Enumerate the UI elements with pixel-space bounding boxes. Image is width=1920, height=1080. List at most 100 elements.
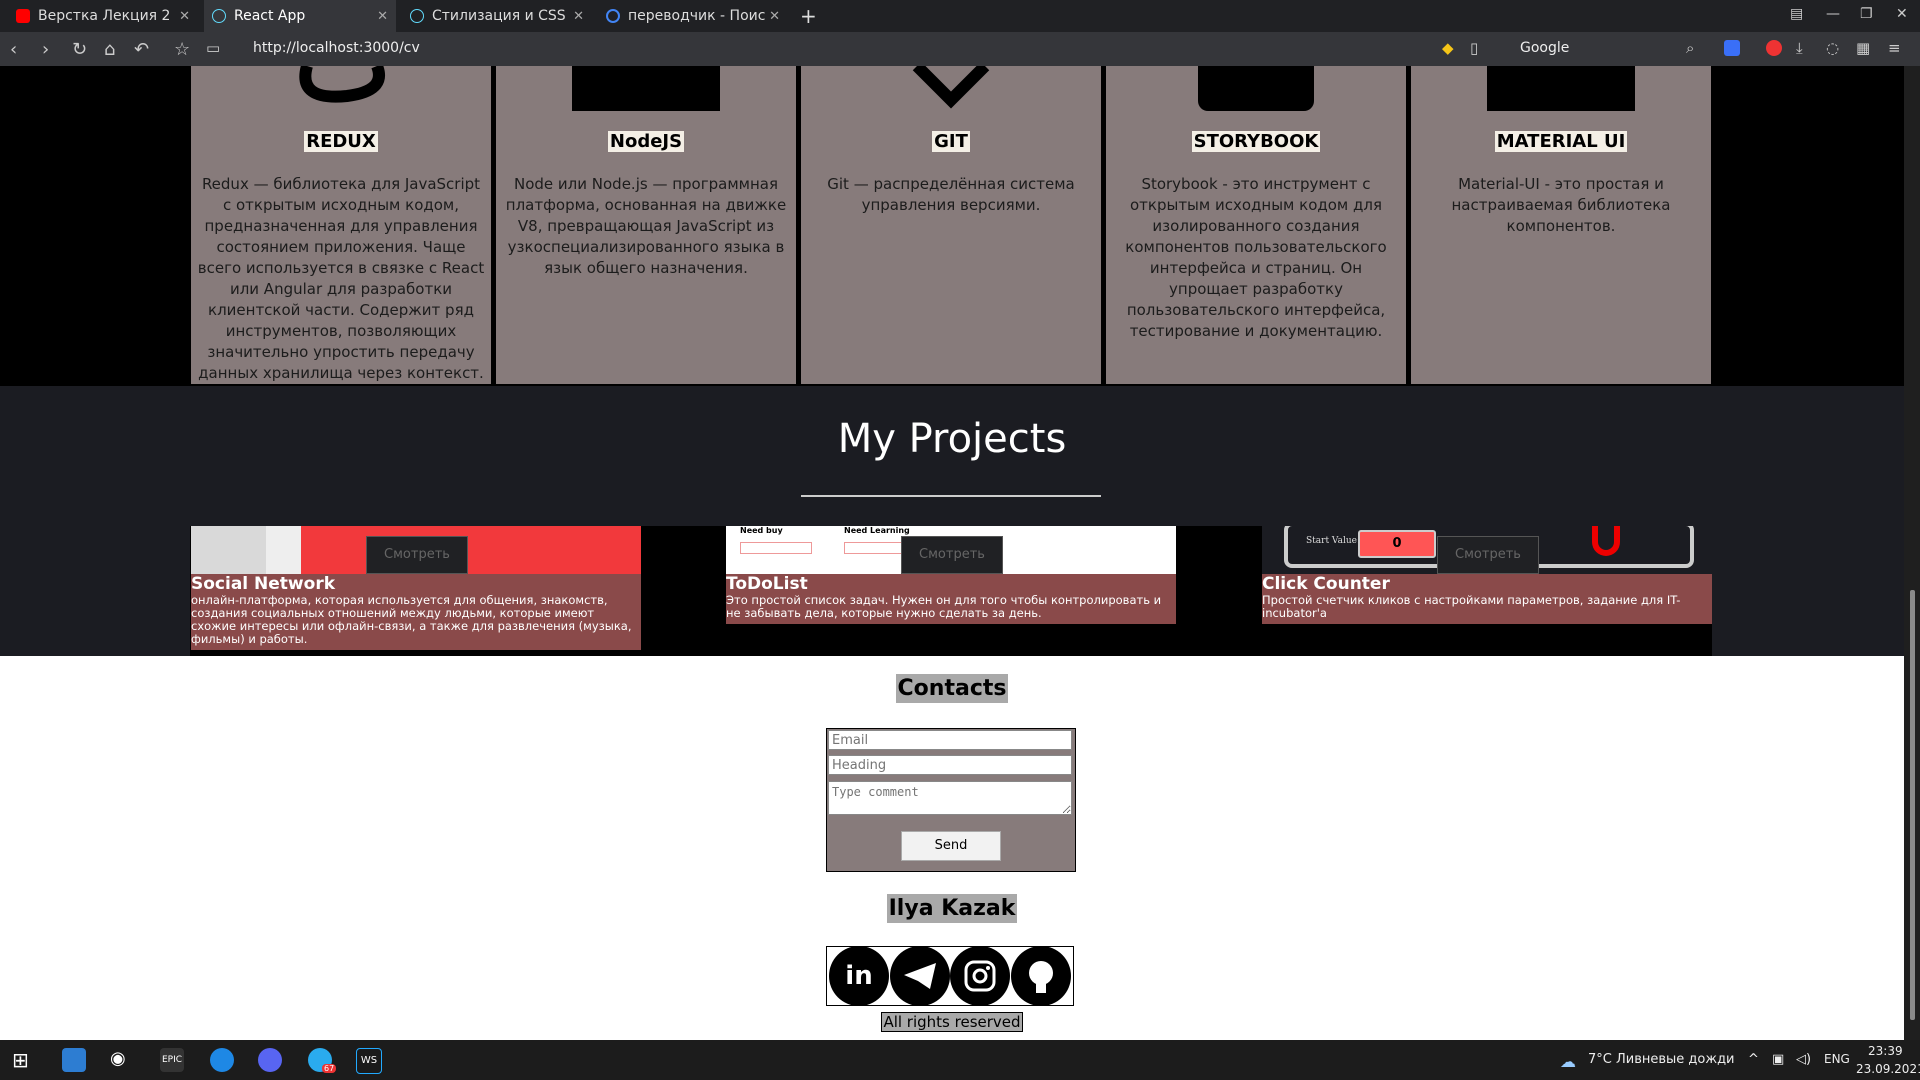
telegram-icon[interactable]	[889, 946, 950, 1006]
back-icon[interactable]: ‹	[10, 39, 17, 60]
bookmark-icon[interactable]: ☆	[174, 39, 190, 60]
skill-card-storybook: STORYBOOK Storybook - это инструмент с о…	[1106, 66, 1406, 384]
taskbar: ⊞ ◉ EPIC 67 WS ☁ 7°C Ливневые дожди ^ ▣ …	[0, 1040, 1920, 1080]
page-icon: ▭	[206, 39, 221, 57]
adblock-icon[interactable]	[1766, 40, 1782, 56]
steam-icon[interactable]: ◉	[110, 1048, 134, 1072]
divider	[801, 495, 1101, 497]
close-icon[interactable]: ✕	[377, 9, 388, 24]
search-engine-label[interactable]: Google	[1520, 40, 1569, 56]
tab-css[interactable]: Стилизация и CSS – Rea ✕	[402, 0, 592, 32]
social-links: in	[826, 946, 1074, 1006]
scrollbar-thumb[interactable]	[1910, 590, 1915, 1020]
project-screenshot: Start Value: 0 Смотреть	[1262, 526, 1712, 574]
instagram-icon[interactable]	[950, 946, 1011, 1006]
clock-time[interactable]: 23:39	[1868, 1044, 1903, 1058]
skill-description: Redux — библиотека для JavaScript с откр…	[197, 175, 485, 382]
contact-form: Send	[826, 728, 1076, 872]
copyright-text: All rights reserved	[881, 1012, 1023, 1032]
minimize-icon[interactable]: —	[1826, 6, 1840, 22]
new-tab-button[interactable]: +	[800, 4, 817, 28]
tab-react-app[interactable]: React App ✕	[204, 0, 396, 32]
browser-nav-bar: ‹ › ↻ ⌂ ↶ ☆ ▭ http://localhost:3000/cv ◆…	[0, 32, 1920, 66]
email-field[interactable]	[828, 730, 1072, 750]
close-icon[interactable]: ✕	[769, 9, 780, 24]
chevron-up-icon[interactable]: ^	[1748, 1052, 1759, 1067]
address-bar[interactable]: http://localhost:3000/cv	[253, 40, 420, 56]
translate-icon[interactable]	[1724, 40, 1740, 56]
tab-youtube[interactable]: Верстка Лекция 2 0 - Yo ✕	[8, 0, 198, 32]
reload-icon[interactable]: ↻	[72, 39, 87, 60]
maxthon-icon[interactable]	[62, 1048, 86, 1072]
menu-icon[interactable]: ≡	[1888, 39, 1901, 57]
section-title: My Projects	[837, 416, 1067, 462]
nodejs-logo	[572, 66, 720, 111]
skill-description: Git — распределённая система управления …	[827, 175, 1075, 214]
close-window-icon[interactable]: ✕	[1896, 6, 1908, 22]
undo-icon[interactable]: ↶	[134, 39, 149, 60]
youtube-icon	[16, 9, 30, 23]
epic-games-icon[interactable]: EPIC	[160, 1048, 184, 1072]
author-name: Ilya Kazak	[886, 894, 1018, 923]
react-icon	[212, 9, 226, 23]
linkedin-icon[interactable]: in	[829, 946, 889, 1006]
webstorm-icon[interactable]: WS	[356, 1048, 382, 1074]
close-icon[interactable]: ✕	[573, 9, 584, 24]
storybook-logo	[1198, 66, 1314, 111]
contacts-section: Contacts Send Ilya Kazak in All rights r…	[0, 656, 1904, 1040]
skills-section: REDUX Redux — библиотека для JavaScript …	[0, 66, 1904, 386]
search-icon[interactable]: ⌕	[1686, 39, 1694, 57]
extensions-icon[interactable]: ▦	[1856, 39, 1870, 57]
extension-icon[interactable]: ◆	[1442, 39, 1454, 57]
view-button[interactable]: Смотреть	[901, 536, 1003, 574]
project-card-todolist: Need buy Need Learning Смотреть ToDoList…	[726, 526, 1176, 624]
skill-title: NodeJS	[607, 131, 685, 152]
network-icon[interactable]: ▣	[1772, 1052, 1784, 1067]
tab-list-icon[interactable]: ▤	[1790, 6, 1803, 22]
volume-icon[interactable]: ◁)	[1796, 1052, 1811, 1067]
forward-icon[interactable]: ›	[42, 39, 49, 60]
skill-description: Node или Node.js — программная платформа…	[505, 175, 787, 277]
skill-description: Storybook - это инструмент с открытым ис…	[1125, 175, 1387, 340]
skill-description: Material-UI - это простая и настраиваема…	[1451, 175, 1671, 235]
redux-logo	[267, 66, 415, 111]
comment-field[interactable]	[828, 781, 1072, 815]
project-card-social-network: Смотреть Social Network онлайн-платформа…	[191, 526, 641, 650]
download-icon[interactable]: ⤓	[1796, 39, 1803, 57]
heading-field[interactable]	[828, 755, 1072, 775]
view-button[interactable]: Смотреть	[1437, 536, 1539, 574]
clock-date[interactable]: 23.09.2021	[1856, 1062, 1920, 1076]
weather-icon[interactable]: ☁	[1560, 1052, 1576, 1071]
discord-icon[interactable]	[258, 1048, 282, 1072]
tab-label: Верстка Лекция 2 0 - Yo	[38, 8, 175, 24]
tab-label: переводчик - Поиск в G	[628, 8, 766, 24]
view-button[interactable]: Смотреть	[366, 536, 468, 574]
project-shot-label: Start Value:	[1306, 536, 1360, 546]
close-icon[interactable]: ✕	[179, 9, 190, 24]
skill-title: STORYBOOK	[1191, 131, 1321, 152]
reader-icon[interactable]: ▯	[1470, 39, 1478, 57]
weather-text[interactable]: 7°C Ливневые дожди	[1588, 1052, 1735, 1067]
material-ui-logo	[1487, 66, 1635, 111]
app-icon[interactable]	[210, 1048, 234, 1072]
browser-tab-bar: Верстка Лекция 2 0 - Yo ✕ React App ✕ Ст…	[0, 0, 1920, 32]
section-title: Contacts	[895, 674, 1009, 703]
project-shot-value: 0	[1358, 530, 1436, 558]
tab-label: React App	[234, 8, 306, 24]
tab-google[interactable]: переводчик - Поиск в G ✕	[598, 0, 788, 32]
skill-card-git: GIT Git — распределённая система управле…	[801, 66, 1101, 384]
tab-label: Стилизация и CSS – Rea	[432, 8, 569, 24]
chat-icon[interactable]: ◌	[1826, 39, 1839, 57]
windows-start-icon[interactable]: ⊞	[12, 1048, 36, 1072]
skill-card-redux: REDUX Redux — библиотека для JavaScript …	[191, 66, 491, 384]
project-description: Это простой список задач. Нужен он для т…	[726, 594, 1176, 624]
github-icon[interactable]	[1010, 946, 1071, 1006]
projects-section: My Projects Смотреть Social Network онла…	[0, 386, 1904, 656]
send-button[interactable]: Send	[901, 831, 1001, 861]
restore-icon[interactable]: ❐	[1860, 6, 1873, 22]
project-description: онлайн-платформа, которая используется д…	[191, 594, 641, 650]
language-indicator[interactable]: ENG	[1824, 1052, 1850, 1066]
home-icon[interactable]: ⌂	[104, 39, 115, 60]
notification-badge: 67	[322, 1064, 337, 1073]
react-icon	[410, 9, 424, 23]
